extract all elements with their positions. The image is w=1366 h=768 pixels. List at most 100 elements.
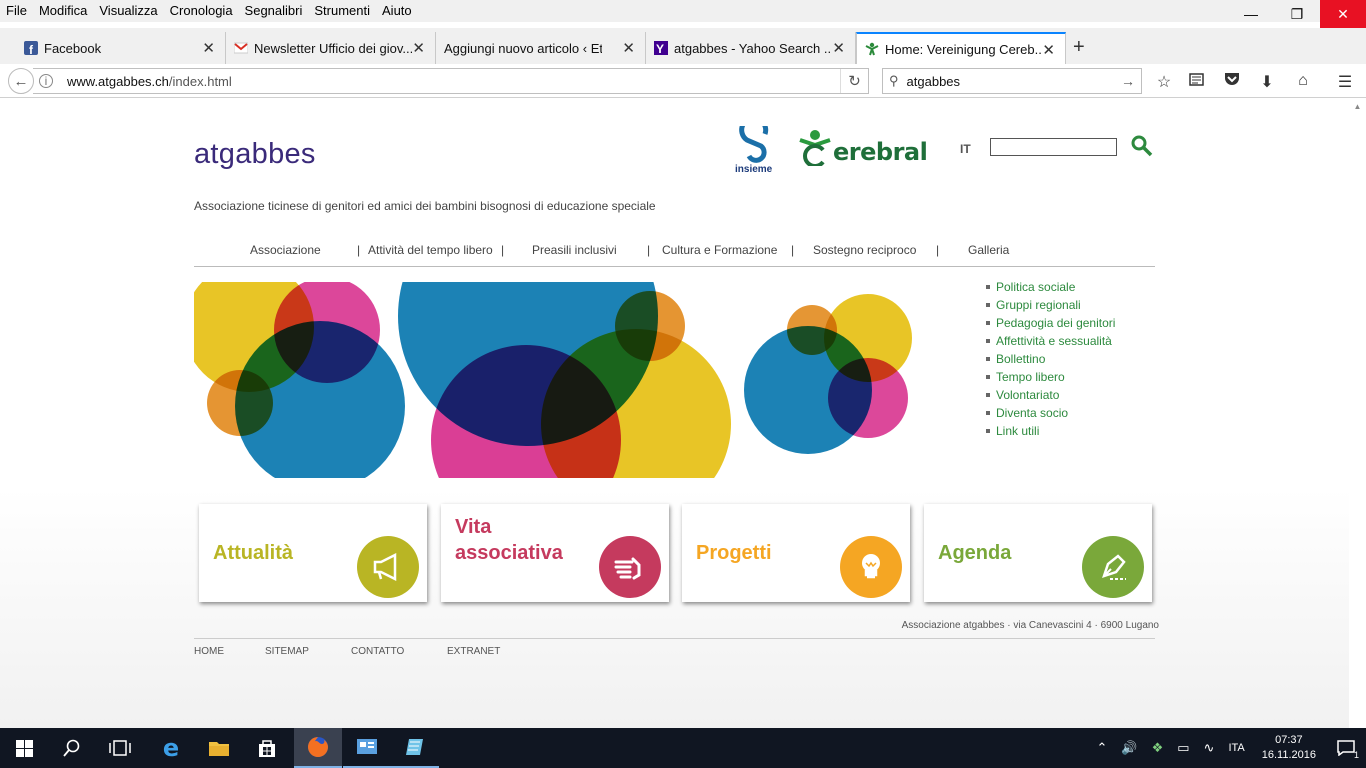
new-tab-button[interactable]: + [1073, 36, 1085, 59]
language-switch-it[interactable]: IT [960, 142, 971, 156]
volume-icon[interactable]: 🔊 [1121, 740, 1137, 756]
scroll-up-icon[interactable]: ▲ [1349, 102, 1366, 111]
tab-close-icon[interactable]: ✕ [832, 39, 845, 57]
pocket-icon[interactable] [1222, 72, 1242, 91]
site-info-icon[interactable]: i [39, 74, 53, 88]
edge-icon: e [162, 734, 180, 762]
clock-date: 16.11.2016 [1261, 749, 1316, 761]
bookmark-star-icon[interactable]: ☆ [1154, 72, 1174, 92]
card-agenda[interactable]: Agenda [924, 504, 1152, 602]
tab-close-icon[interactable]: ✕ [202, 39, 215, 57]
footer-link-contatto[interactable]: CONTATTO [351, 646, 404, 657]
tab-cerebral-active[interactable]: Home: Vereinigung Cereb... ✕ [856, 32, 1066, 64]
insieme-logo-icon [739, 115, 769, 163]
card-progetti[interactable]: Progetti [682, 504, 910, 602]
sidelink-gruppi-regionali[interactable]: Gruppi regionali [986, 296, 1115, 314]
insieme-label: insieme [735, 164, 773, 175]
site-search-icon[interactable] [1130, 134, 1154, 158]
hamburger-menu-icon[interactable]: ☰ [1335, 72, 1355, 92]
site-logo[interactable]: atgabbes [194, 138, 316, 171]
search-go-icon[interactable]: → [1121, 73, 1135, 89]
nav-galleria[interactable]: Galleria [968, 243, 1009, 257]
dropbox-icon[interactable]: ❖ [1152, 740, 1164, 756]
sidelink-affettivita-sessualita[interactable]: Affettività e sessualità [986, 332, 1115, 350]
chevron-up-icon[interactable]: ⌃ [1097, 740, 1108, 756]
hand-icon [599, 536, 661, 598]
minimize-button[interactable]: — [1228, 0, 1274, 28]
sidelink-pedagogia-genitori[interactable]: Pedagogia dei genitori [986, 314, 1115, 332]
reading-list-icon[interactable] [1186, 72, 1206, 91]
menu-modifica[interactable]: Modifica [33, 1, 93, 21]
menu-cronologia[interactable]: Cronologia [164, 1, 239, 21]
clock-time: 07:37 [1275, 734, 1303, 746]
control-panel-taskbar-button[interactable] [343, 728, 391, 768]
sidelink-link-utili[interactable]: Link utili [986, 422, 1115, 440]
store-taskbar-button[interactable] [243, 728, 291, 768]
task-view-button[interactable] [96, 728, 144, 768]
nav-associazione[interactable]: Associazione [250, 243, 321, 257]
back-arrow-icon: ← [13, 72, 29, 90]
url-bar[interactable]: i www.atgabbes.ch/index.html ↻ [33, 68, 869, 94]
start-button[interactable] [0, 728, 48, 768]
battery-icon[interactable]: ▭ [1177, 740, 1189, 756]
menu-file[interactable]: File [0, 1, 33, 21]
cerebral-logo[interactable]: erebral [797, 126, 928, 166]
url-text: www.atgabbes.ch/index.html [67, 74, 232, 89]
edge-taskbar-button[interactable]: e [147, 728, 195, 768]
firefox-taskbar-button[interactable] [294, 728, 342, 768]
nav-cultura-formazione[interactable]: Cultura e Formazione [662, 243, 777, 257]
app-taskbar-button[interactable] [391, 728, 439, 768]
nav-sostegno-reciproco[interactable]: Sostegno reciproco [813, 243, 916, 257]
hero-circles-image [194, 282, 912, 478]
tab-yahoo-search[interactable]: Y atgabbes - Yahoo Search ... ✕ [646, 32, 856, 64]
windows-taskbar: e ⌃ 🔊 ❖ ▭ ∿ ITA 07:37 16.11.2016 1 [0, 728, 1366, 768]
site-search-input[interactable] [990, 138, 1117, 156]
task-view-icon [109, 740, 131, 756]
tab-label: Aggiungi nuovo articolo ‹ Etici... [444, 40, 602, 56]
menu-strumenti[interactable]: Strumenti [308, 1, 376, 21]
close-window-button[interactable]: ✕ [1320, 0, 1366, 28]
back-button[interactable]: ← [8, 68, 34, 94]
footer-link-extranet[interactable]: EXTRANET [447, 646, 500, 657]
wifi-icon[interactable]: ∿ [1204, 740, 1215, 756]
sidelink-diventa-socio[interactable]: Diventa socio [986, 404, 1115, 422]
tab-close-icon[interactable]: ✕ [1042, 41, 1055, 59]
input-language[interactable]: ITA [1228, 742, 1244, 754]
restore-button[interactable]: ❐ [1274, 0, 1320, 28]
browser-search-input[interactable] [906, 73, 1107, 89]
tab-facebook[interactable]: f Facebook ✕ [16, 32, 226, 64]
sidelink-bollettino[interactable]: Bollettino [986, 350, 1115, 368]
clock[interactable]: 07:37 16.11.2016 [1262, 733, 1316, 763]
tab-aggiungi-articolo[interactable]: Aggiungi nuovo articolo ‹ Etici... ✕ [436, 32, 646, 64]
page-scrollbar[interactable]: ▲ [1349, 98, 1366, 728]
menu-aiuto[interactable]: Aiuto [376, 1, 418, 21]
reload-icon[interactable]: ↻ [840, 69, 868, 93]
browser-search-box: ⚲ → [882, 68, 1142, 94]
insieme-logo[interactable]: insieme [735, 115, 775, 176]
menu-visualizza[interactable]: Visualizza [93, 1, 163, 21]
nav-preasili-inclusivi[interactable]: Preasili inclusivi [532, 243, 617, 257]
sidelink-politica-sociale[interactable]: Politica sociale [986, 278, 1115, 296]
tab-close-icon[interactable]: ✕ [622, 39, 635, 57]
tab-close-icon[interactable]: ✕ [412, 39, 425, 57]
card-attualita[interactable]: Attualità [199, 504, 427, 602]
side-links-list: Politica sociale Gruppi regionali Pedago… [986, 278, 1115, 440]
system-tray: ⌃ 🔊 ❖ ▭ ∿ ITA 07:37 16.11.2016 1 [1090, 728, 1366, 768]
sidelink-volontariato[interactable]: Volontariato [986, 386, 1115, 404]
nav-attivita-tempo-libero[interactable]: Attività del tempo libero [368, 243, 493, 257]
file-explorer-taskbar-button[interactable] [195, 728, 243, 768]
search-taskbar-button[interactable] [48, 728, 96, 768]
card-vita-associativa[interactable]: Vita associativa [441, 504, 669, 602]
cerebral-wordmark: erebral [833, 138, 928, 166]
search-icon: ⚲ [889, 73, 899, 88]
tab-label: Facebook [44, 40, 102, 56]
sidelink-tempo-libero[interactable]: Tempo libero [986, 368, 1115, 386]
menu-segnalibri[interactable]: Segnalibri [239, 1, 309, 21]
home-icon[interactable]: ⌂ [1293, 72, 1313, 90]
footer-link-sitemap[interactable]: SITEMAP [265, 646, 309, 657]
footer-link-home[interactable]: HOME [194, 646, 224, 657]
window-controls: — ❐ ✕ [1228, 0, 1366, 28]
download-icon[interactable]: ⬇ [1257, 72, 1277, 92]
tab-newsletter[interactable]: Newsletter Ufficio dei giov... ✕ [226, 32, 436, 64]
action-center-button[interactable]: 1 [1326, 728, 1366, 768]
